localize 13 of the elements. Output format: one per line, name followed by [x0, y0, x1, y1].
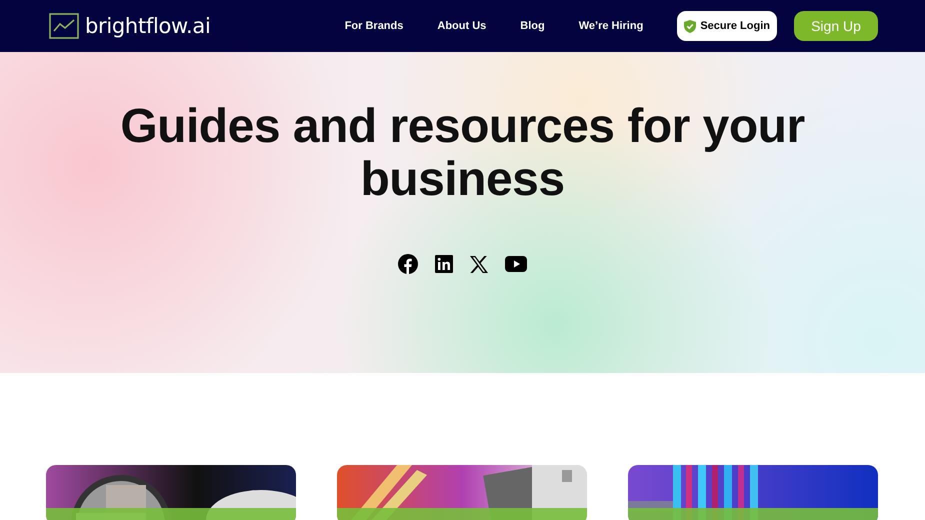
nav-link[interactable]: We’re Hiring: [578, 20, 644, 32]
nav-link[interactable]: Blog: [520, 20, 545, 32]
chart-logo-icon: [49, 13, 79, 39]
youtube-icon[interactable]: [505, 256, 527, 272]
brand-logo[interactable]: brightflow.ai: [85, 14, 210, 38]
nav-link[interactable]: About Us: [437, 20, 486, 32]
secure-login-button[interactable]: Secure Login: [677, 11, 777, 41]
page-heading: Guides and resources for your business: [119, 100, 806, 206]
nav-link[interactable]: For Brands: [344, 20, 404, 32]
x-logo-icon[interactable]: [470, 256, 488, 272]
facebook-icon[interactable]: [398, 254, 418, 274]
shield-check-icon: [684, 20, 696, 32]
linkedin-icon[interactable]: [435, 255, 453, 273]
